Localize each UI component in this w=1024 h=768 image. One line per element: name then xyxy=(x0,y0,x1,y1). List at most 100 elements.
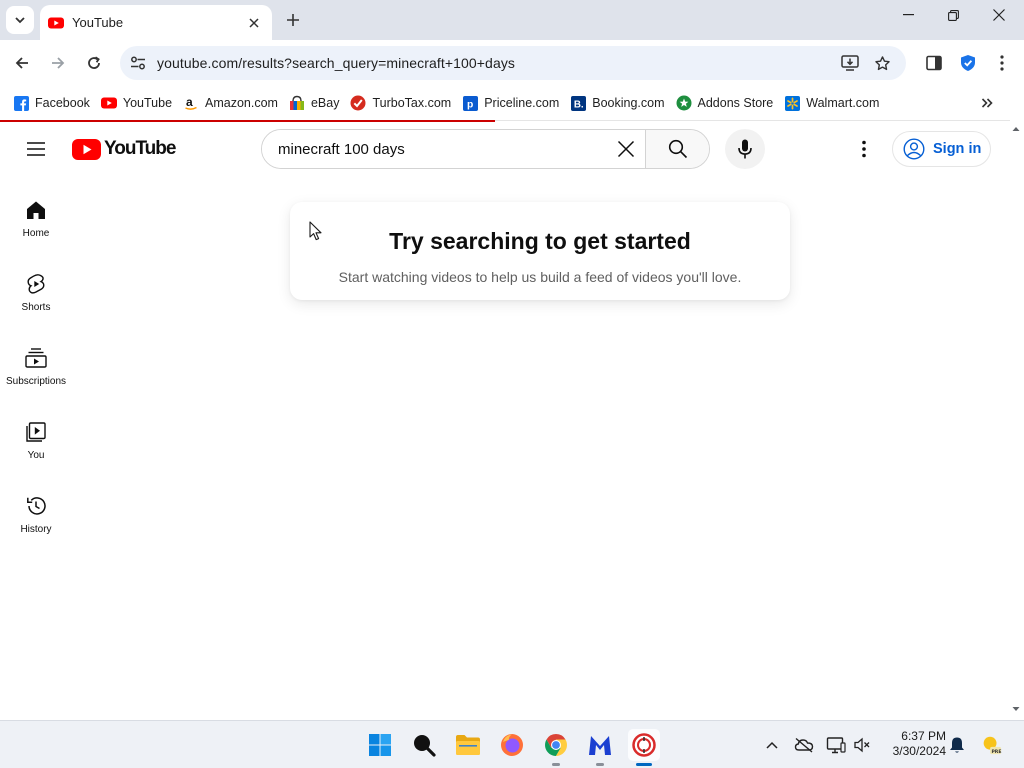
star-icon xyxy=(874,55,890,70)
malwarebytes-icon xyxy=(589,736,611,755)
scroll-down-icon[interactable] xyxy=(1012,706,1020,712)
weather-widget-button[interactable]: PRE xyxy=(980,734,1002,756)
mini-guide: Home Shorts Subscriptions You History xyxy=(0,176,72,546)
youtube-logo-text: YouTube xyxy=(104,138,176,159)
show-hidden-icons-button[interactable] xyxy=(761,734,783,756)
bookmark-priceline[interactable]: p Priceline.com xyxy=(459,90,567,116)
bookmark-label: Walmart.com xyxy=(806,96,880,110)
bookmark-label: YouTube xyxy=(122,96,173,110)
search-button[interactable] xyxy=(645,130,709,168)
cloud-off-icon xyxy=(794,737,814,753)
guide-label: Shorts xyxy=(21,302,51,313)
new-tab-button[interactable] xyxy=(282,9,304,31)
browser-menu-button[interactable] xyxy=(991,52,1013,74)
malwarebytes-button[interactable] xyxy=(584,729,616,766)
guide-item-shorts[interactable]: Shorts xyxy=(0,250,72,324)
arrow-left-icon xyxy=(15,57,28,69)
start-button[interactable] xyxy=(364,729,396,761)
notifications-button[interactable] xyxy=(946,734,968,756)
search-input[interactable] xyxy=(262,130,607,168)
reload-button[interactable] xyxy=(80,49,108,77)
youtube-favicon-icon xyxy=(48,17,64,28)
guide-item-history[interactable]: History xyxy=(0,472,72,546)
bookmark-ebay[interactable]: eBay xyxy=(286,90,348,116)
bookmark-booking[interactable]: B. Booking.com xyxy=(567,90,672,116)
taskbar-clock[interactable]: 6:37 PM 3/30/2024 xyxy=(880,729,946,759)
bookmark-facebook[interactable]: Facebook xyxy=(10,90,98,116)
active-app-icon xyxy=(632,733,656,757)
display-tray-button[interactable] xyxy=(825,734,847,756)
firefox-button[interactable] xyxy=(496,729,528,761)
bookmark-label: eBay xyxy=(310,96,340,110)
bookmark-label: Addons Store xyxy=(697,96,774,110)
shield-icon xyxy=(961,55,975,71)
guide-item-you[interactable]: You xyxy=(0,398,72,472)
bookmark-youtube[interactable]: YouTube xyxy=(98,90,180,116)
volume-tray-button[interactable] xyxy=(851,734,873,756)
file-explorer-button[interactable] xyxy=(452,729,484,761)
restore-button[interactable] xyxy=(930,4,976,26)
bookmark-label: Priceline.com xyxy=(484,96,560,110)
side-panel-button[interactable] xyxy=(923,52,945,74)
forward-button[interactable] xyxy=(44,49,72,77)
you-icon xyxy=(24,420,48,444)
guide-label: History xyxy=(20,524,52,535)
guide-item-subscriptions[interactable]: Subscriptions xyxy=(0,324,72,398)
scroll-up-icon[interactable] xyxy=(1012,126,1020,132)
microphone-icon xyxy=(738,139,752,159)
account-circle-icon xyxy=(903,138,925,160)
mouse-pointer-icon xyxy=(309,221,322,241)
tune-icon xyxy=(131,56,145,70)
start-icon xyxy=(369,734,391,756)
tab-close-button[interactable] xyxy=(246,15,262,31)
bookmarks-overflow-button[interactable] xyxy=(976,92,998,114)
svg-text:B.: B. xyxy=(574,99,584,110)
tab-search-button[interactable] xyxy=(6,6,34,34)
sign-in-label: Sign in xyxy=(933,141,982,157)
search-icon xyxy=(414,735,436,757)
guide-menu-button[interactable] xyxy=(20,133,52,165)
browser-tab[interactable]: YouTube xyxy=(40,5,272,40)
subscriptions-icon xyxy=(24,346,48,370)
tab-strip: YouTube xyxy=(0,0,1024,40)
close-window-button[interactable] xyxy=(976,4,1022,26)
bookmark-label: Booking.com xyxy=(592,96,665,110)
bookmark-amazon[interactable]: a Amazon.com xyxy=(180,90,286,116)
priceline-icon: p xyxy=(462,95,478,111)
close-icon xyxy=(249,17,259,28)
settings-more-button[interactable] xyxy=(850,134,878,164)
active-app-button[interactable] xyxy=(628,729,660,766)
site-info-button[interactable] xyxy=(128,53,148,73)
bookmark-turbotax[interactable]: TurboTax.com xyxy=(347,90,459,116)
install-app-button[interactable] xyxy=(838,51,862,75)
tab-title: YouTube xyxy=(72,15,124,30)
address-bar[interactable]: youtube.com/results?search_query=minecra… xyxy=(120,46,906,80)
guide-label: You xyxy=(27,450,45,461)
promo-title: Try searching to get started xyxy=(389,228,691,254)
speaker-icon xyxy=(854,737,870,753)
sign-in-button[interactable]: Sign in xyxy=(892,131,991,167)
walmart-icon xyxy=(784,95,800,111)
taskbar-search-button[interactable] xyxy=(408,729,440,761)
turbotax-icon xyxy=(350,95,366,111)
voice-search-button[interactable] xyxy=(725,129,765,169)
bookmark-walmart[interactable]: Walmart.com xyxy=(781,90,887,116)
side-panel-icon xyxy=(926,55,942,71)
guide-item-home[interactable]: Home xyxy=(0,176,72,250)
running-indicator xyxy=(552,763,560,766)
chrome-button[interactable] xyxy=(540,729,572,766)
windows-taskbar: 6:37 PM 3/30/2024 PRE xyxy=(0,720,1024,768)
bookmark-addons-store[interactable]: Addons Store xyxy=(673,90,782,116)
youtube-logo[interactable]: YouTube xyxy=(72,137,176,161)
minimize-button[interactable] xyxy=(885,4,931,26)
onedrive-tray-button[interactable] xyxy=(793,734,815,756)
search-icon xyxy=(668,139,687,159)
shorts-icon xyxy=(24,272,48,296)
clear-search-button[interactable] xyxy=(607,130,645,168)
back-button[interactable] xyxy=(8,49,36,77)
bookmark-star-button[interactable] xyxy=(870,51,894,75)
extension-shield-button[interactable] xyxy=(957,52,979,74)
reload-icon xyxy=(88,56,100,69)
home-icon xyxy=(24,198,48,222)
bookmark-label: Amazon.com xyxy=(205,96,278,110)
